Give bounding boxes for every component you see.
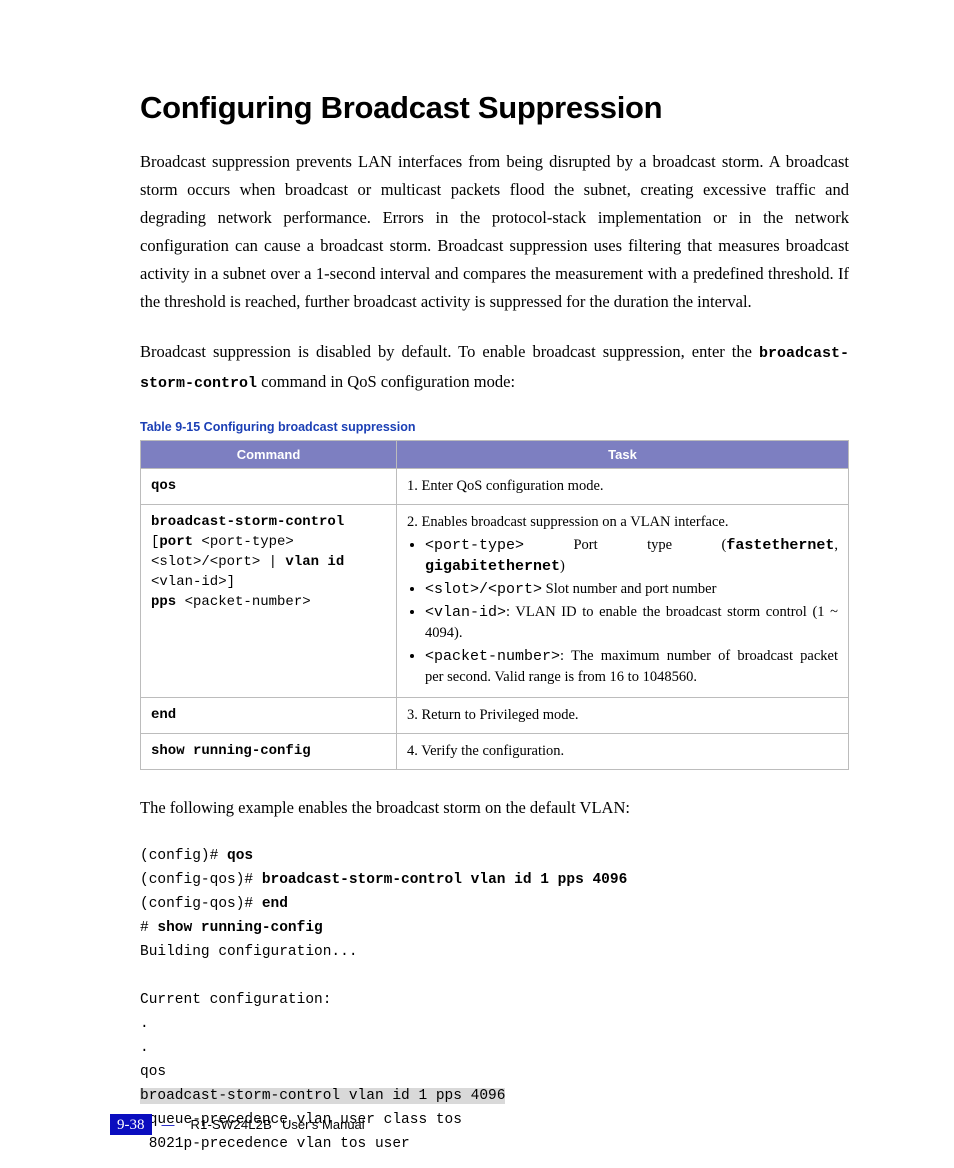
task-cell-1: 1. Enter QoS configuration mode. <box>397 469 849 505</box>
b3-code: <vlan-id> <box>425 604 506 621</box>
cmd-end: end <box>151 707 176 723</box>
cmd-cell-show: show running-config <box>141 734 397 770</box>
table-caption: Table 9-15 Configuring broadcast suppres… <box>140 420 849 434</box>
para2-pre: Broadcast suppression is disabled by def… <box>140 342 759 361</box>
cmd-bsc-line1: broadcast-storm-control <box>151 514 344 530</box>
code-l10: qos <box>140 1064 166 1080</box>
task-cell-4: 4. Verify the configuration. <box>397 734 849 770</box>
task-cell-3: 3. Return to Privileged mode. <box>397 698 849 734</box>
cmd-bsc-line2b: port <box>159 534 193 550</box>
table-row: qos 1. Enter QoS configuration mode. <box>141 469 849 505</box>
intro-paragraph-1: Broadcast suppression prevents LAN inter… <box>140 148 849 316</box>
code-l2b: broadcast-storm-control vlan id 1 pps 40… <box>262 872 627 888</box>
th-command: Command <box>141 441 397 469</box>
list-item: <vlan-id>: VLAN ID to enable the broadca… <box>425 602 838 644</box>
cmd-bsc-line5b: pps <box>151 594 176 610</box>
code-l2a: (config-qos)# <box>140 872 262 888</box>
task2-lead: 2. Enables broadcast suppression on a VL… <box>407 514 728 530</box>
code-l4b: show running-config <box>157 920 322 936</box>
code-l3a: (config-qos)# <box>140 896 262 912</box>
table-header-row: Command Task <box>141 441 849 469</box>
list-item: <packet-number>: The maximum number of b… <box>425 646 838 688</box>
code-l8: . <box>140 1016 149 1032</box>
cmd-bsc-line4: <vlan-id>] <box>151 574 235 590</box>
example-intro: The following example enables the broadc… <box>140 794 849 822</box>
cmd-qos: qos <box>151 478 176 494</box>
list-item: <slot>/<port> Slot number and port numbe… <box>425 579 838 600</box>
code-l5: Building configuration... <box>140 944 358 960</box>
task-cell-2: 2. Enables broadcast suppression on a VL… <box>397 505 849 698</box>
b4-code: <packet-number> <box>425 648 560 665</box>
code-example: (config)# qos (config-qos)# broadcast-st… <box>140 844 849 1156</box>
table-row: broadcast-storm-control [port <port-type… <box>141 505 849 698</box>
page-footer: 9-38 — R1-SW24L2B User's Manual <box>110 1114 365 1135</box>
b1-code: <port-type> <box>425 537 524 554</box>
code-l13: 8021p-precedence vlan tos user <box>140 1136 410 1152</box>
b2-code: <slot>/<port> <box>425 581 542 598</box>
b1-txt3: ) <box>560 558 565 574</box>
cmd-bsc-line3b: vlan id <box>285 554 344 570</box>
page-number-badge: 9-38 <box>110 1114 152 1135</box>
code-l4a: # <box>140 920 157 936</box>
b1-txt1: Port type ( <box>524 537 726 553</box>
footer-doc-code: R1-SW24L2B <box>191 1117 272 1132</box>
cmd-cell-bsc: broadcast-storm-control [port <port-type… <box>141 505 397 698</box>
section-heading: Configuring Broadcast Suppression <box>140 90 849 126</box>
code-l1b: qos <box>227 848 253 864</box>
code-l11-highlight: broadcast-storm-control vlan id 1 pps 40… <box>140 1088 505 1104</box>
cmd-cell-qos: qos <box>141 469 397 505</box>
b2-txt: Slot number and port number <box>542 581 716 597</box>
list-item: <port-type> Port type (fastethernet, gig… <box>425 535 838 577</box>
cmd-cell-end: end <box>141 698 397 734</box>
footer-doc-title: User's Manual <box>282 1117 365 1132</box>
code-l7: Current configuration: <box>140 992 331 1008</box>
code-l3b: end <box>262 896 288 912</box>
cmd-bsc-line2c: <port-type> <box>193 534 294 550</box>
cmd-bsc-line5: <packet-number> <box>176 594 310 610</box>
para2-post: command in QoS configuration mode: <box>257 372 515 391</box>
cmd-show: show running-config <box>151 743 311 759</box>
cmd-bsc-line3: <slot>/<port> | <box>151 554 285 570</box>
table-row: show running-config 4. Verify the config… <box>141 734 849 770</box>
code-l9: . <box>140 1040 149 1056</box>
table-row: end 3. Return to Privileged mode. <box>141 698 849 734</box>
b1-txt2: , <box>834 537 838 553</box>
footer-separator: — <box>162 1117 175 1132</box>
task2-list: <port-type> Port type (fastethernet, gig… <box>425 535 838 688</box>
b1-code2: fastethernet <box>726 537 834 554</box>
intro-paragraph-2: Broadcast suppression is disabled by def… <box>140 338 849 398</box>
b1-code3: gigabitethernet <box>425 558 560 575</box>
command-table: Command Task qos 1. Enter QoS configurat… <box>140 440 849 770</box>
th-task: Task <box>397 441 849 469</box>
code-l1a: (config)# <box>140 848 227 864</box>
